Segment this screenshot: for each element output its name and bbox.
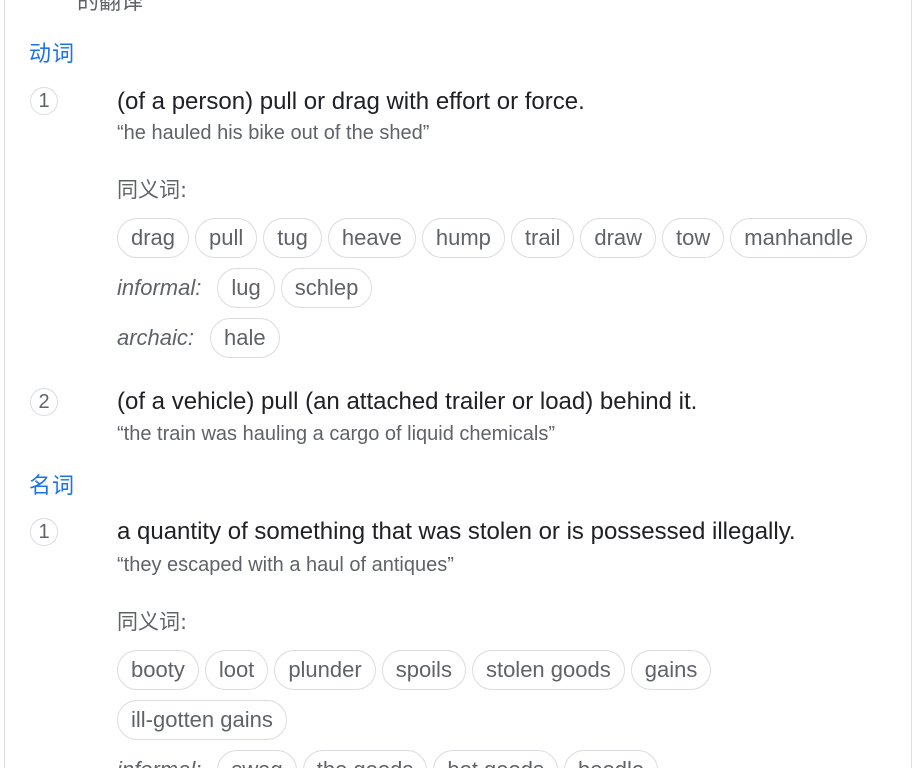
synonym-chip[interactable]: pull <box>195 218 258 258</box>
synonym-chip[interactable]: lug <box>217 268 275 308</box>
informal-synonym-row: informal: swag the goods hot goods boodl… <box>117 750 659 768</box>
part-of-speech-noun: 名词 <box>29 474 76 499</box>
synonym-chip[interactable]: ill-gotten gains <box>117 700 287 740</box>
synonym-chip[interactable]: trail <box>510 218 575 258</box>
definition: a quantity of something that was stolen … <box>117 518 796 545</box>
synonym-chip[interactable]: hot goods <box>433 750 558 768</box>
synonym-chip[interactable]: tug <box>263 218 322 258</box>
synonym-chip[interactable]: drag <box>117 218 190 258</box>
register-label-informal: informal: <box>117 757 201 768</box>
synonym-chip[interactable]: tow <box>662 218 725 258</box>
synonym-chip-row: booty loot plunder spoils stolen goods g… <box>117 650 712 690</box>
synonym-chip-row: drag pull tug heave hump trail draw tow … <box>117 218 868 258</box>
example-sentence: “the train was hauling a cargo of liquid… <box>117 423 555 445</box>
definition: (of a vehicle) pull (an attached trailer… <box>117 388 698 415</box>
example-sentence: “they escaped with a haul of antiques” <box>117 554 454 576</box>
synonym-chip[interactable]: boodle <box>564 750 659 768</box>
informal-synonym-row: informal: lug schlep <box>117 268 373 308</box>
synonyms-heading: 同义词: <box>117 178 188 202</box>
synonym-chip[interactable]: heave <box>327 218 416 258</box>
section-title-fragment: 的翻译 <box>77 0 144 15</box>
synonym-chip[interactable]: the goods <box>302 750 428 768</box>
synonym-chip[interactable]: swag <box>217 750 297 768</box>
synonym-chip[interactable]: schlep <box>280 268 373 308</box>
synonym-chip[interactable]: plunder <box>274 650 376 690</box>
synonym-chip[interactable]: spoils <box>381 650 466 690</box>
synonym-chip[interactable]: draw <box>580 218 657 258</box>
register-label-archaic: archaic: <box>117 325 195 350</box>
register-label-informal: informal: <box>117 275 202 300</box>
dictionary-card: 的翻译 动词 1 (of a person) pull or drag with… <box>4 0 912 768</box>
synonyms-heading: 同义词: <box>117 610 188 634</box>
synonym-chip[interactable]: hump <box>421 218 505 258</box>
sense-number: 2 <box>30 388 58 416</box>
example-sentence: “he hauled his bike out of the shed” <box>117 122 430 144</box>
synonym-chip[interactable]: loot <box>204 650 269 690</box>
synonym-chip[interactable]: gains <box>630 650 712 690</box>
synonym-chip[interactable]: manhandle <box>730 218 868 258</box>
definition: (of a person) pull or drag with effort o… <box>117 88 585 115</box>
synonym-chip-row: ill-gotten gains <box>117 700 287 740</box>
sense-number: 1 <box>30 518 58 546</box>
synonym-chip[interactable]: hale <box>210 318 280 358</box>
archaic-synonym-row: archaic: hale <box>117 318 280 358</box>
part-of-speech-verb: 动词 <box>29 42 76 67</box>
sense-number: 1 <box>30 87 58 115</box>
synonym-chip[interactable]: stolen goods <box>471 650 625 690</box>
synonym-chip[interactable]: booty <box>117 650 199 690</box>
